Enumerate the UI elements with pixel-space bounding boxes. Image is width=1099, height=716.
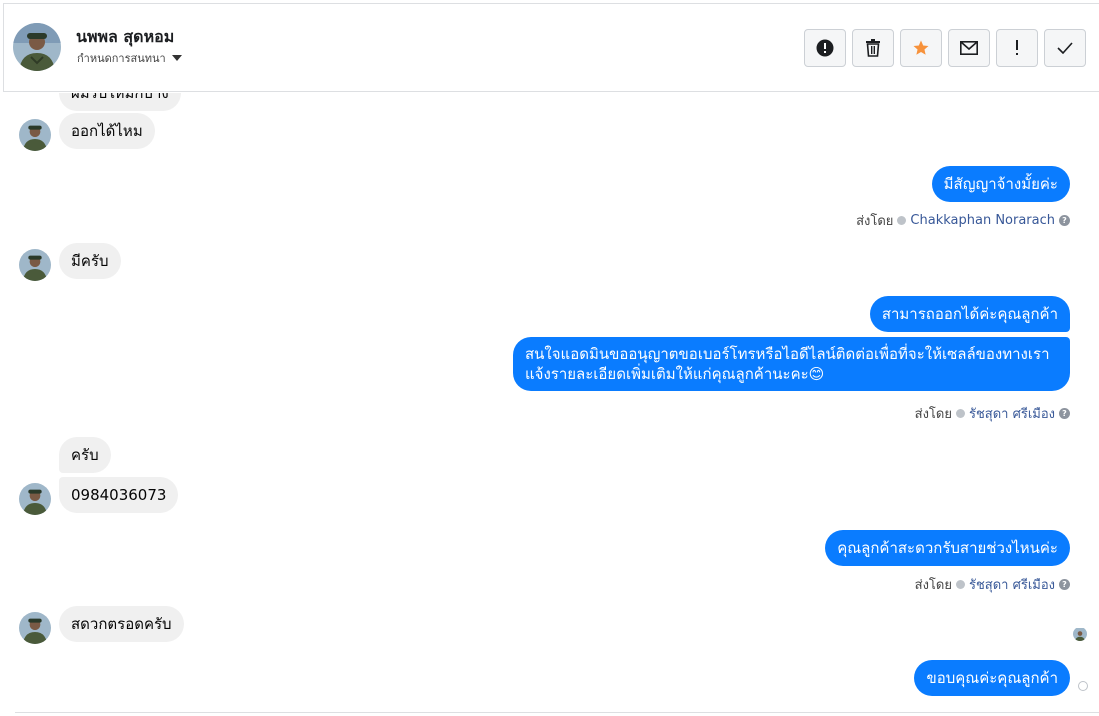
star-button[interactable]: [900, 29, 942, 67]
help-icon[interactable]: ?: [1059, 579, 1070, 590]
star-icon: [913, 40, 929, 55]
spam-button[interactable]: [804, 29, 846, 67]
conversation-toolbar: [804, 29, 1086, 67]
assign-conversation-dropdown[interactable]: กำหนดการสนทนา: [77, 49, 182, 67]
delete-button[interactable]: [852, 29, 894, 67]
sent-by-info: ส่งโดย รัชสุดา ศรีเมือง ?: [915, 574, 1070, 595]
message-outgoing: ขอบคุณค่ะคุณลูกค้า: [914, 660, 1070, 696]
contact-name: นพพล สุดหอม: [76, 27, 175, 46]
message-incoming: 0984036073: [59, 477, 179, 513]
sender-name[interactable]: Chakkaphan Norarach: [910, 213, 1055, 228]
sent-by-label: ส่งโดย: [914, 578, 952, 593]
message-outgoing: สนใจแอดมินขออนุญาตขอเบอร์โทรหรือไอดีไลน์…: [513, 337, 1070, 391]
verified-icon: [897, 216, 907, 225]
sent-by-info: ส่งโดย รัชสุดา ศรีเมือง ?: [915, 403, 1070, 424]
read-receipt-avatar: [1073, 627, 1087, 641]
check-icon: [1057, 42, 1073, 54]
alert-circle-icon: [816, 39, 834, 57]
exclamation-icon: [1016, 40, 1018, 55]
sent-by-label: ส่งโดย: [856, 214, 894, 229]
mark-done-button[interactable]: [1044, 29, 1086, 67]
help-icon[interactable]: ?: [1059, 215, 1070, 226]
sent-by-info: ส่งโดย Chakkaphan Norarach ?: [856, 210, 1070, 231]
message-outgoing: คุณลูกค้าสะดวกรับสายช่วงไหนค่ะ: [825, 530, 1070, 566]
message-incoming: ผมรับใหม่กี่บ้าง: [59, 93, 181, 111]
message-incoming: ออกได้ไหม: [59, 113, 155, 149]
composer-divider: [15, 712, 1099, 713]
verified-icon: [955, 580, 965, 589]
sender-avatar: [19, 119, 51, 151]
message-incoming: ครับ: [59, 437, 111, 473]
mark-unread-button[interactable]: [948, 29, 990, 67]
sender-name[interactable]: รัชสุดา ศรีเมือง: [969, 574, 1055, 595]
message-incoming: มีครับ: [59, 243, 121, 279]
envelope-icon: [960, 41, 978, 55]
assign-label: กำหนดการสนทนา: [77, 52, 166, 65]
verified-icon: [955, 409, 965, 418]
follow-up-button[interactable]: [996, 29, 1038, 67]
caret-down-icon: [171, 55, 182, 61]
contact-avatar[interactable]: [13, 23, 61, 71]
sender-avatar: [19, 612, 51, 644]
message-incoming: สดวกตรอดครับ: [59, 606, 184, 642]
delivered-status-icon: [1078, 681, 1088, 691]
sender-avatar: [19, 483, 51, 515]
conversation-header: นพพล สุดหอม กำหนดการสนทนา: [3, 3, 1099, 92]
message-outgoing: สามารถออกได้ค่ะคุณลูกค้า: [869, 296, 1070, 332]
sender-avatar: [19, 249, 51, 281]
sender-name[interactable]: รัชสุดา ศรีเมือง: [969, 403, 1055, 424]
trash-icon: [866, 39, 880, 57]
message-outgoing: มีสัญญาจ้างมั้ยค่ะ: [931, 166, 1070, 202]
message-list[interactable]: ผมรับใหม่กี่บ้าง ออกได้ไหม มีสัญญาจ้างมั…: [0, 93, 1099, 716]
sent-by-label: ส่งโดย: [914, 407, 952, 422]
help-icon[interactable]: ?: [1059, 408, 1070, 419]
